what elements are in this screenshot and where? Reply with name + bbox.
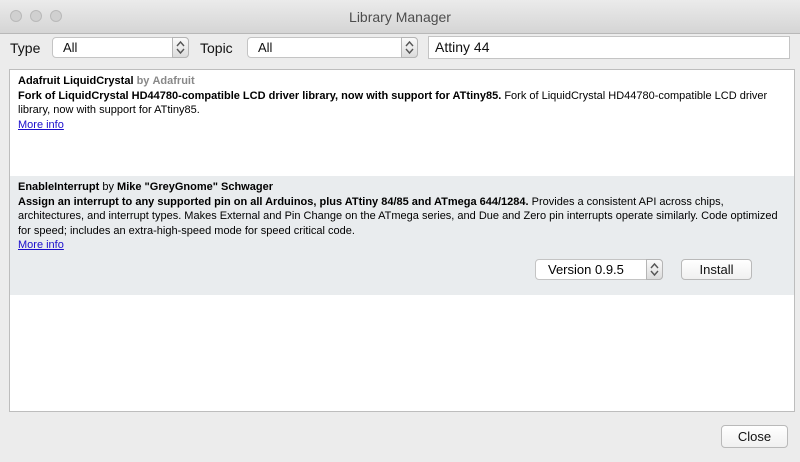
version-select-value: Version 0.9.5 <box>548 262 624 277</box>
up-down-chevron-icon <box>401 37 418 58</box>
library-manager-window: Library Manager Type All Topic All Attin… <box>0 0 800 462</box>
install-button[interactable]: Install <box>681 259 752 280</box>
search-input[interactable]: Attiny 44 <box>428 36 790 59</box>
window-title: Library Manager <box>349 9 451 25</box>
topic-select[interactable]: All <box>247 37 418 58</box>
library-list[interactable]: Adafruit LiquidCrystal by Adafruit Fork … <box>9 69 795 412</box>
close-button[interactable]: Close <box>721 425 788 448</box>
list-item-selected[interactable]: EnableInterrupt by Mike "GreyGnome" Schw… <box>10 176 794 295</box>
library-summary: Assign an interrupt to any supported pin… <box>18 195 529 208</box>
type-select[interactable]: All <box>52 37 189 58</box>
version-select[interactable]: Version 0.9.5 <box>535 259 663 280</box>
title-bar: Library Manager <box>0 0 800 34</box>
library-author: Adafruit <box>152 75 195 87</box>
library-summary: Fork of LiquidCrystal HD44780-compatible… <box>18 89 502 102</box>
topic-select-value: All <box>258 40 273 55</box>
list-item[interactable]: Adafruit LiquidCrystal by Adafruit Fork … <box>10 70 794 176</box>
library-by: by <box>102 181 114 193</box>
more-info-link[interactable]: More info <box>18 239 64 251</box>
library-by: by <box>136 75 150 87</box>
library-author: Mike "GreyGnome" Schwager <box>117 181 273 193</box>
type-label: Type <box>10 40 41 56</box>
more-info-link[interactable]: More info <box>18 119 64 131</box>
library-name: Adafruit LiquidCrystal <box>18 75 134 87</box>
up-down-chevron-icon <box>172 37 189 58</box>
up-down-chevron-icon <box>646 259 663 280</box>
library-name: EnableInterrupt <box>18 181 100 193</box>
topic-label: Topic <box>200 40 233 56</box>
type-select-value: All <box>63 40 78 55</box>
